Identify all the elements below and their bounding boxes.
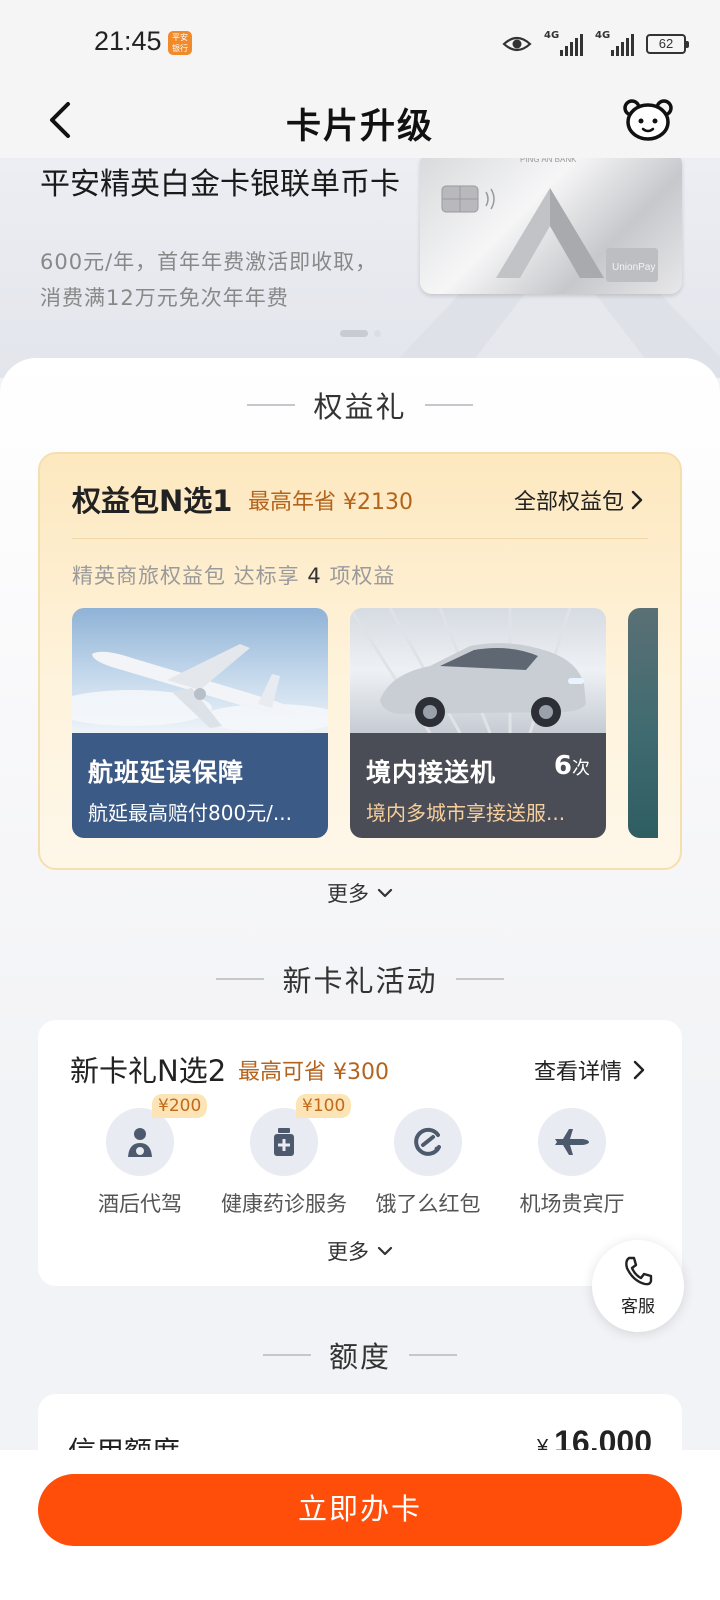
title-divider-left (262, 1354, 311, 1356)
benefit-tile-flight-delay[interactable]: 航班延误保障 航延最高赔付800元/... (72, 608, 328, 838)
gift-item-designated-driver[interactable]: ¥200 酒后代驾 (68, 1094, 212, 1218)
more-label: 更多 (327, 1240, 369, 1264)
status-bar: 21:45 平安 银行 4G 4G 62 (0, 0, 720, 90)
newcard-section-label: 新卡礼活动 (282, 964, 438, 998)
gift-value-badge: ¥100 (296, 1094, 352, 1118)
subtitle-prefix: 精英商旅权益包 达标享 (72, 564, 300, 588)
gift-label: 饿了么红包 (375, 1192, 481, 1216)
divider (72, 538, 648, 539)
chevron-down-icon (377, 1246, 393, 1256)
airplane-icon (538, 1108, 606, 1176)
carousel-indicator (340, 330, 381, 337)
benefit-max-saving: 最高年省 ¥2130 (248, 490, 413, 515)
medicine-icon (250, 1108, 318, 1176)
status-time: 21:45 (94, 26, 162, 56)
apply-card-button[interactable]: 立即办卡 (38, 1474, 682, 1546)
benefit-package-title: 权益包N选1 (72, 484, 233, 518)
newcard-more-button[interactable]: 更多 (38, 1236, 682, 1266)
chevron-right-icon (633, 1060, 645, 1080)
driver-icon (106, 1108, 174, 1176)
assistant-bear-icon[interactable] (622, 94, 674, 146)
page-title: 卡片升级 (285, 107, 434, 147)
car-illustration (350, 608, 586, 733)
benefits-section-label: 权益礼 (313, 390, 407, 424)
main-sheet: 权益礼 权益包N选1 最高年省 ¥2130 全部权益包 精英商旅权益包 达标享 … (0, 358, 720, 1600)
gift-item-health-service[interactable]: ¥100 健康药诊服务 (212, 1094, 356, 1218)
tile-usage-count: 6次 (554, 751, 590, 781)
subtitle-count: 4 (307, 564, 322, 588)
card-hero: 平安精英白金卡银联单币卡 600元/年，首年年费激活即收取，消费满12万元免次年… (0, 158, 720, 378)
card-fee-description: 600元/年，首年年费激活即收取，消费满12万元免次年年费 (40, 250, 378, 310)
phone-icon (625, 1256, 653, 1286)
view-details-label: 查看详情 (533, 1060, 622, 1085)
title-divider-right (424, 404, 473, 406)
customer-service-button[interactable]: 客服 (592, 1240, 684, 1332)
title-divider-right (409, 1354, 457, 1356)
subtitle-suffix: 项权益 (329, 564, 396, 588)
carousel-dot-active (340, 330, 368, 337)
all-benefits-link[interactable]: 全部权益包 (514, 484, 644, 516)
card-artwork: UnionPay PING AN BANK (441, 158, 658, 282)
card-name: 平安精英白金卡银联单币卡 (40, 167, 400, 202)
tile-description: 境内多城市享接送服... (366, 801, 566, 825)
bottom-action-bar: 立即办卡 (0, 1450, 720, 1600)
gift-label: 机场贵宾厅 (519, 1192, 625, 1216)
benefits-section-title: 权益礼 (0, 384, 720, 426)
chevron-right-icon (631, 490, 643, 510)
status-icons: 4G 4G 62 (502, 30, 689, 58)
gift-item-airport-lounge[interactable]: 机场贵宾厅 (500, 1108, 644, 1218)
tile-count-number: 6 (553, 751, 572, 781)
benefit-package-subtitle: 精英商旅权益包 达标享 4 项权益 (72, 560, 395, 590)
nav-bar: 卡片升级 (0, 90, 720, 158)
all-benefits-label: 全部权益包 (513, 490, 624, 515)
title-divider-left (247, 404, 296, 406)
tile-description: 航延最高赔付800元/... (88, 801, 292, 825)
customer-service-label: 客服 (621, 1297, 655, 1317)
new-card-gift-card: 新卡礼N选2 最高可省 ¥300 查看详情 ¥200 酒后代驾 ¥100 健康药… (38, 1020, 682, 1286)
benefit-package-card: 权益包N选1 最高年省 ¥2130 全部权益包 精英商旅权益包 达标享 4 项权… (38, 452, 682, 870)
svg-text:UnionPay: UnionPay (612, 262, 655, 273)
bank-app-icon: 平安 银行 (168, 31, 192, 55)
benefits-more-button[interactable]: 更多 (0, 878, 720, 908)
title-divider-right (455, 978, 504, 980)
tile-footer: 航班延误保障 航延最高赔付800元/... (72, 733, 328, 838)
gift-value-badge: ¥200 (152, 1094, 208, 1118)
new-card-max-saving: 最高可省 ¥300 (238, 1060, 389, 1085)
signal-icon-2: 4G (595, 30, 634, 56)
airplane-image (72, 608, 328, 733)
view-details-link[interactable]: 查看详情 (534, 1054, 646, 1086)
carousel-dot (374, 330, 381, 337)
credit-section-title: 额度 (0, 1334, 720, 1376)
benefit-tiles: 航班延误保障 航延最高赔付800元/... 境内接送机 6次 境内多城市享接送服… (72, 608, 658, 838)
new-card-gift-title: 新卡礼N选2 (70, 1054, 227, 1088)
benefit-tile-airport-transfer[interactable]: 境内接送机 6次 境内多城市享接送服... (350, 608, 606, 838)
title-divider-left (216, 978, 265, 980)
tile-count-unit: 次 (572, 758, 590, 779)
battery-icon: 62 (646, 34, 689, 54)
svg-text:PING AN BANK: PING AN BANK (520, 158, 577, 164)
gift-label: 健康药诊服务 (221, 1192, 347, 1216)
benefit-tile-next-peek[interactable] (628, 608, 658, 838)
chevron-down-icon (377, 888, 393, 898)
tile-footer: 境内接送机 6次 境内多城市享接送服... (350, 733, 606, 838)
airplane-illustration (72, 644, 328, 732)
eye-icon (502, 36, 532, 52)
newcard-section-title: 新卡礼活动 (0, 958, 720, 1000)
car-image (350, 608, 606, 733)
signal-icon: 4G (544, 30, 583, 56)
network-type: 4G (544, 30, 560, 41)
gift-item-eleme-coupon[interactable]: 饿了么红包 (356, 1108, 500, 1218)
tile-title: 航班延误保障 (88, 758, 245, 787)
more-label: 更多 (327, 882, 369, 906)
eleme-icon (394, 1108, 462, 1176)
network-type-2: 4G (595, 30, 611, 41)
credit-section-label: 额度 (328, 1340, 391, 1374)
card-image[interactable]: UnionPay PING AN BANK (420, 158, 682, 294)
gift-label: 酒后代驾 (98, 1192, 182, 1216)
gift-options: ¥200 酒后代驾 ¥100 健康药诊服务 饿了么红包 机场贵宾厅 (38, 1094, 682, 1218)
